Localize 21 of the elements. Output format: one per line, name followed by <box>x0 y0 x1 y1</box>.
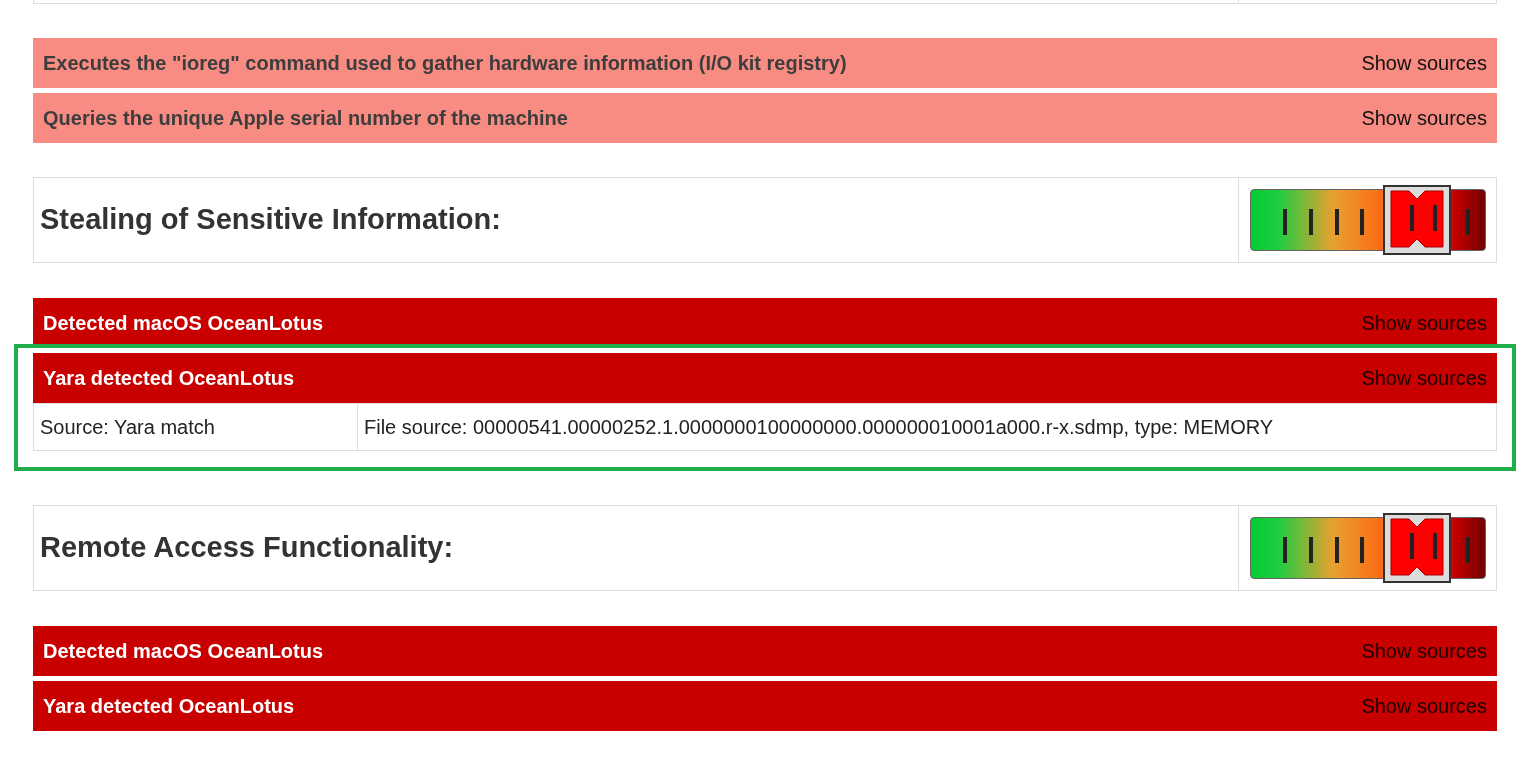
show-sources-link[interactable]: Show sources <box>1361 103 1487 133</box>
signature-row[interactable]: Yara detected OceanLotus Show sources <box>33 353 1497 403</box>
signature-row[interactable]: Detected macOS OceanLotus Show sources <box>33 626 1497 676</box>
signature-title: Detected macOS OceanLotus <box>43 639 324 664</box>
signature-title: Queries the unique Apple serial number of the machine <box>43 106 568 131</box>
signature-title: Executes the "ioreg" command used to gather hardware information (I/O kit registry) <box>43 51 847 76</box>
show-sources-link[interactable]: Show sources <box>1361 363 1487 393</box>
signature-title: Yara detected OceanLotus <box>43 366 295 391</box>
show-sources-link[interactable]: Show sources <box>1361 48 1487 78</box>
detail-cell-text: File source: 00000541.00000252.1.0000000100000000.000000010001a000.r-x.sdmp, type: MEMORY <box>363 415 1275 440</box>
show-sources-link[interactable]: Show sources <box>1361 308 1487 338</box>
signature-row[interactable]: Executes the "ioreg" command used to gather hardware information (I/O kit registry) Show sources <box>33 38 1497 88</box>
category-heading: Stealing of Sensitive Information: <box>40 202 501 238</box>
signature-row[interactable]: Queries the unique Apple serial number of the machine Show sources <box>33 93 1497 143</box>
source-cell: Source: Yara match <box>34 404 358 450</box>
category-heading: Remote Access Functionality: <box>40 530 454 566</box>
signature-title: Yara detected OceanLotus <box>43 694 295 719</box>
show-sources-link[interactable]: Show sources <box>1361 636 1487 666</box>
show-sources-link[interactable]: Show sources <box>1361 691 1487 721</box>
signature-row[interactable]: Yara detected OceanLotus Show sources <box>33 681 1497 731</box>
signature-title: Detected macOS OceanLotus <box>43 311 324 336</box>
